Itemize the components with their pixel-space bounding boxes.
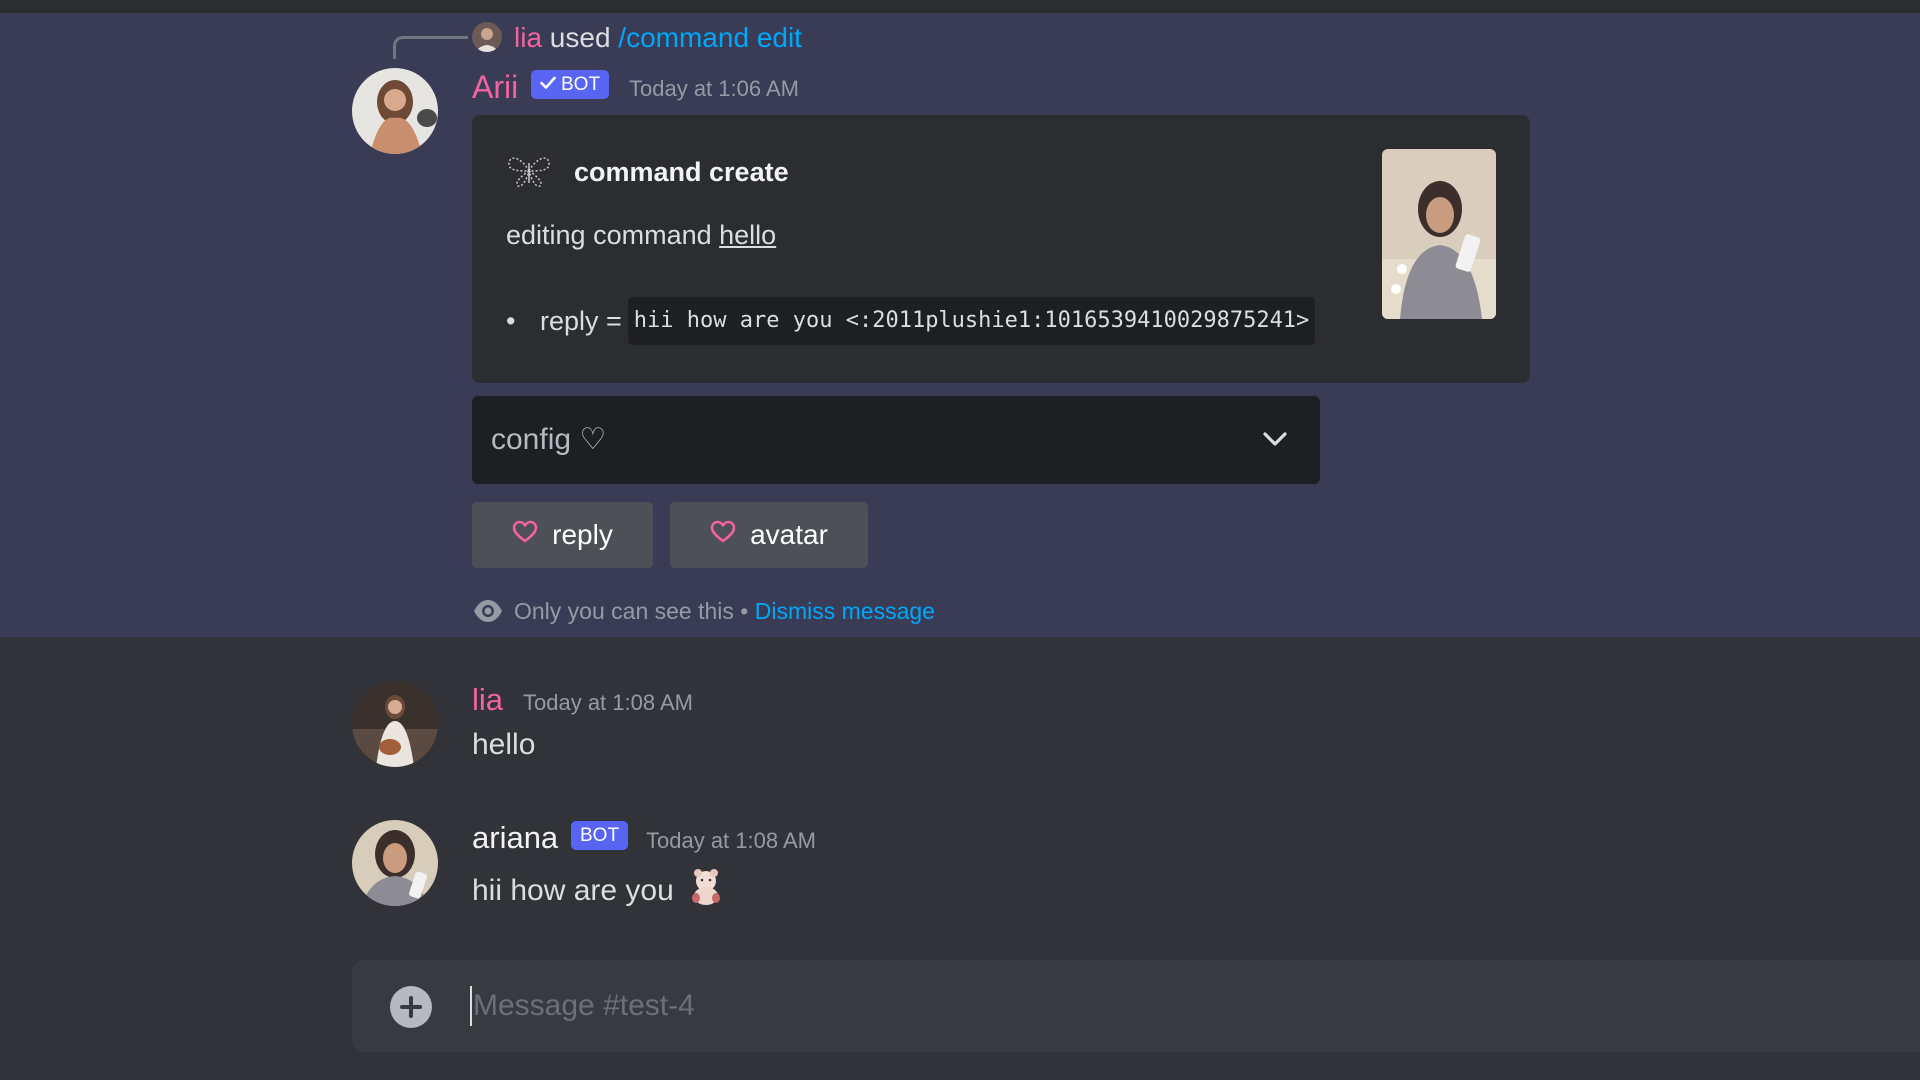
reply-username[interactable]: lia [514, 22, 542, 53]
butterfly-icon [506, 153, 552, 194]
plushie-emoji [686, 866, 726, 916]
embed-thumbnail[interactable] [1382, 149, 1496, 319]
reply-button-label: reply [552, 519, 613, 550]
embed-bullet-code: hii how are you <:2011plushie1:101653941… [627, 297, 1316, 345]
embed-card: command create editing command hello • r… [472, 115, 1530, 383]
reply-spine [393, 36, 468, 59]
reply-button[interactable]: reply [472, 502, 653, 568]
bot-tag-label: BOT [561, 74, 601, 95]
eye-icon [472, 598, 504, 629]
reply-used-text: used [549, 22, 611, 53]
config-select-menu[interactable]: config ♡ [472, 396, 1320, 484]
bot-timestamp: Today at 1:06 AM [629, 76, 799, 101]
ephemeral-separator: • [740, 598, 749, 624]
chevron-down-icon[interactable] [1262, 430, 1288, 453]
reply-avatar[interactable] [472, 22, 502, 52]
message-composer[interactable]: Message #test-4 [352, 960, 1920, 1052]
bot-avatar-ariana[interactable] [352, 820, 438, 906]
checkmark-icon [540, 70, 556, 99]
dismiss-message-link[interactable]: Dismiss message [755, 598, 935, 624]
embed-title: command create [574, 157, 789, 187]
bot-tag-label: BOT [580, 825, 620, 846]
text-cursor [470, 986, 472, 1026]
avatar-button[interactable]: avatar [670, 502, 868, 568]
avatar-button-label: avatar [750, 519, 828, 550]
bot-username[interactable]: Arii [472, 68, 518, 106]
bullet-dot: • [506, 306, 516, 336]
message-username-lia[interactable]: lia [472, 681, 503, 719]
bot-avatar-arii[interactable] [352, 68, 438, 154]
plus-circle-icon[interactable] [390, 986, 432, 1033]
message-timestamp-lia: Today at 1:08 AM [523, 690, 693, 715]
reply-command-link[interactable]: /command edit [618, 22, 802, 53]
top-bar [0, 0, 1920, 13]
embed-description: editing command [506, 220, 712, 250]
message-username-ariana[interactable]: ariana [472, 819, 558, 857]
select-value: config ♡ [491, 423, 607, 456]
message-input-placeholder[interactable]: Message #test-4 [473, 986, 695, 1026]
heart-icon [512, 519, 538, 551]
ephemeral-note: Only you can see this [514, 598, 734, 624]
bot-tag: BOT [571, 821, 629, 850]
user-avatar-lia[interactable] [352, 681, 438, 767]
message-timestamp-ariana: Today at 1:08 AM [646, 828, 816, 853]
embed-bullet-label: reply = [540, 306, 622, 336]
message-text-ariana: hii how are you [472, 874, 674, 907]
message-text-lia: hello [472, 728, 536, 761]
bot-tag-verified: BOT [531, 70, 610, 99]
embed-description-link[interactable]: hello [719, 220, 776, 250]
heart-icon [710, 519, 736, 551]
